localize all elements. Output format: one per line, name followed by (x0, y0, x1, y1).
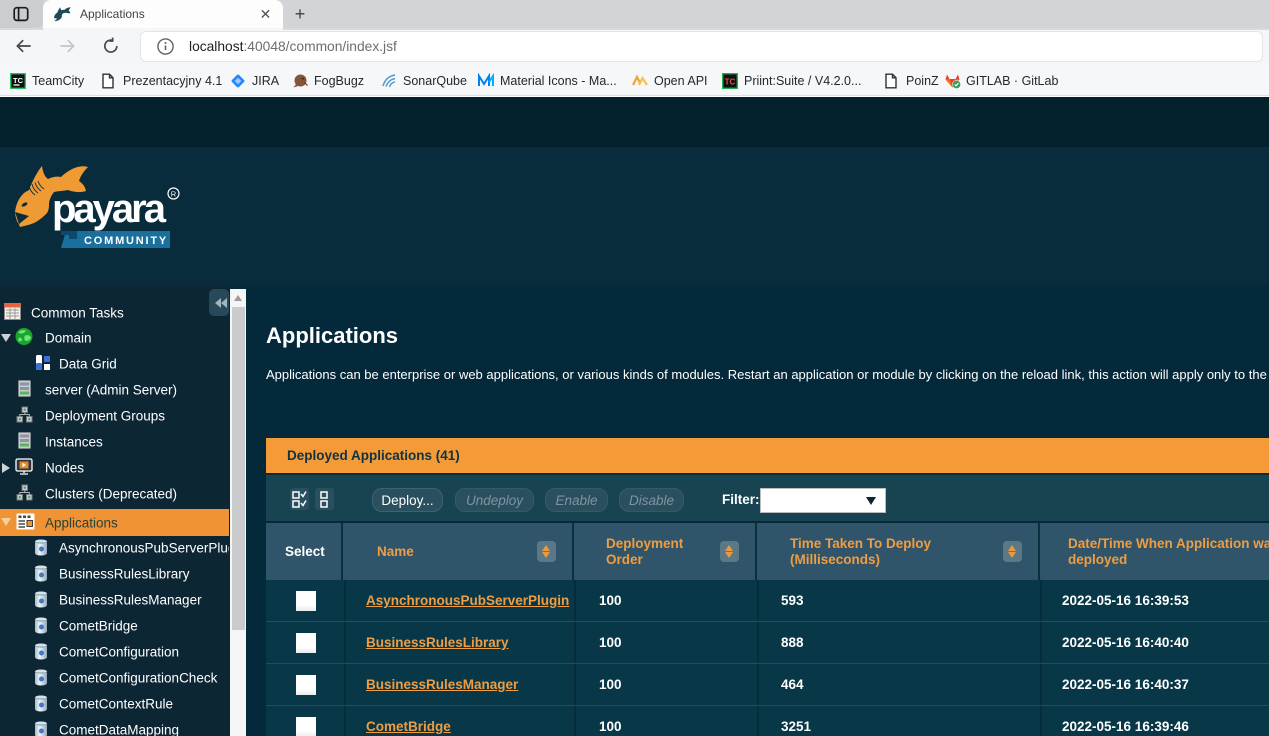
svg-text:R: R (171, 190, 177, 199)
svg-text:payara: payara (52, 187, 167, 231)
svg-text:TC: TC (13, 75, 24, 84)
svg-text:COMMUNITY: COMMUNITY (84, 235, 168, 247)
svg-text:TC: TC (725, 77, 736, 86)
